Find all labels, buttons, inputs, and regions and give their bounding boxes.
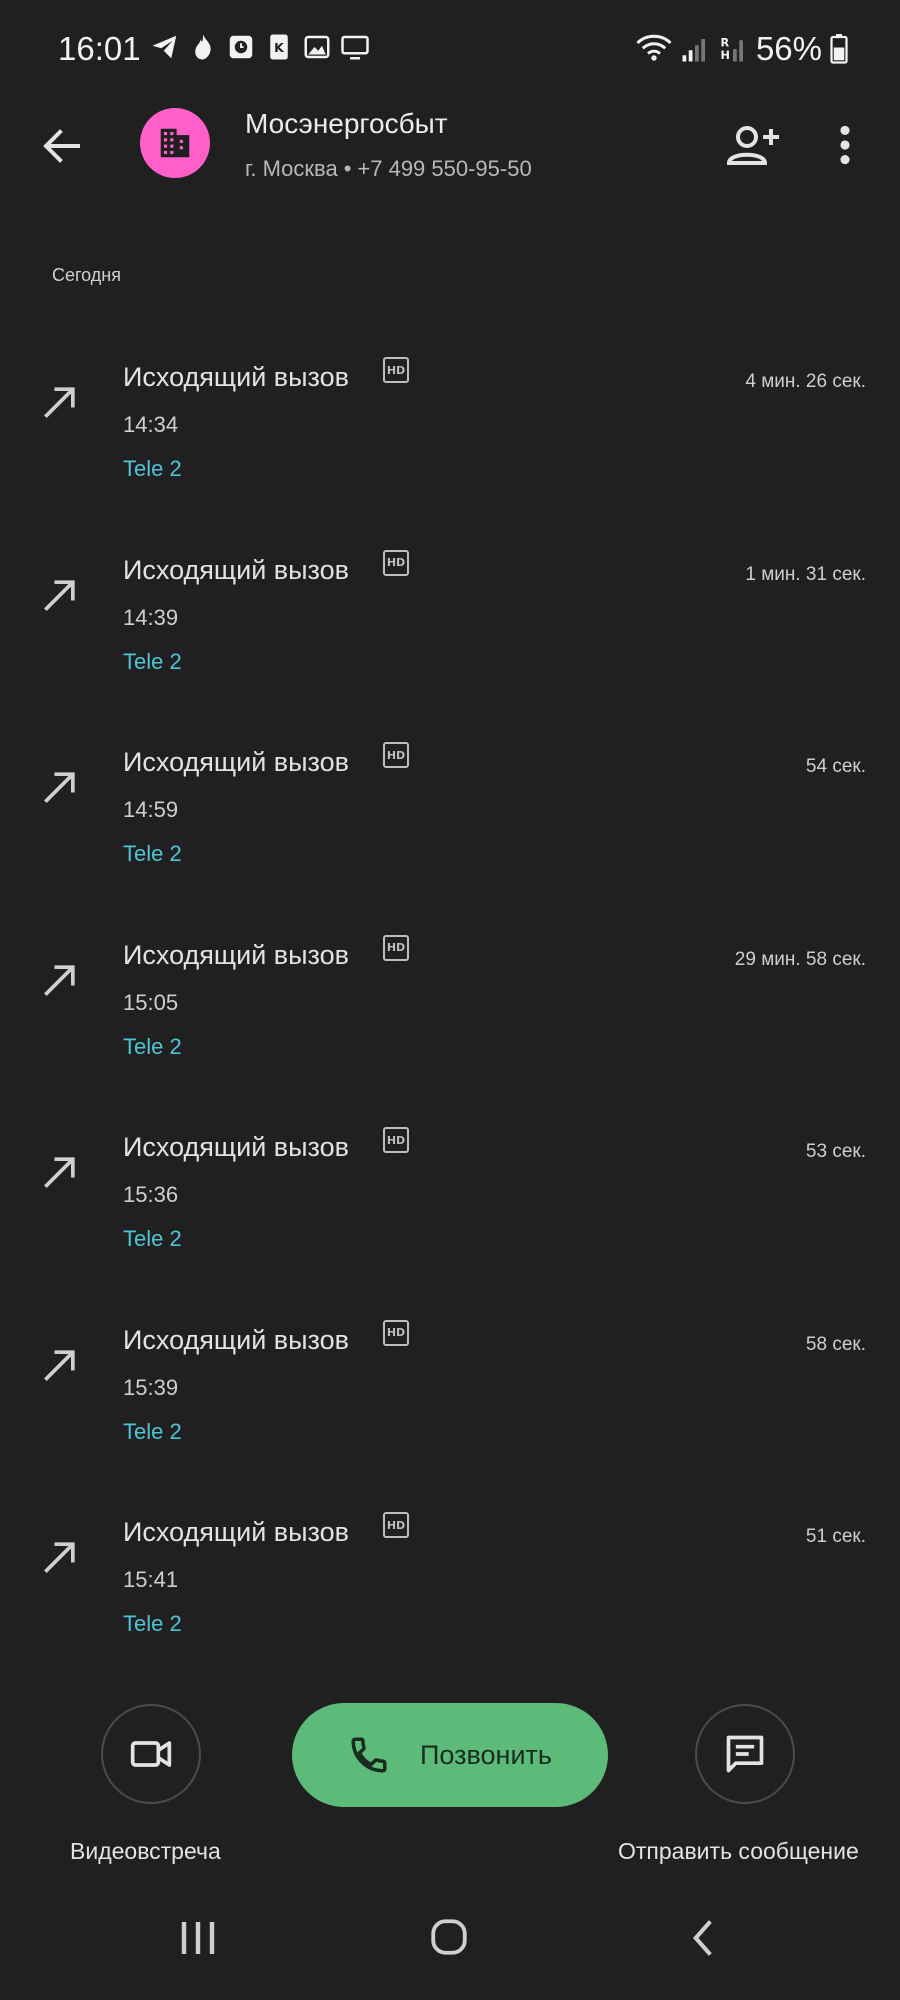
home-icon[interactable] — [428, 1916, 470, 1958]
notification-icons: K — [150, 32, 370, 62]
hd-voice-icon: HD — [383, 357, 409, 383]
send-message-button[interactable] — [695, 1704, 795, 1804]
call-duration: 51 сек. — [805, 1526, 866, 1547]
call-time: 14:59 — [123, 797, 179, 822]
app-k-icon: K — [264, 32, 294, 62]
contact-header: Мосэнергосбыт г. Москва • +7 499 550-95-50 — [0, 100, 900, 270]
phone-icon — [351, 1737, 387, 1773]
svg-text:H: H — [720, 49, 729, 62]
outgoing-call-icon — [44, 1157, 75, 1188]
sim-label: Tele 2 — [123, 1418, 182, 1444]
list-item[interactable]: Исходящий вызов HD 15:39 Tele 2 58 сек. — [0, 1293, 900, 1486]
add-contact-button[interactable] — [725, 120, 781, 170]
message-icon — [726, 1735, 764, 1773]
outgoing-call-icon — [44, 579, 75, 611]
call-type: Исходящий вызов — [123, 747, 349, 777]
avatar — [140, 108, 210, 178]
call-duration: 29 мин. 58 сек. — [734, 948, 866, 970]
contact-location: г. Москва — [245, 156, 338, 181]
flame-icon — [188, 32, 218, 62]
call-type: Исходящий вызов — [123, 362, 349, 392]
outgoing-call-icon — [44, 1349, 75, 1381]
hd-voice-icon: HD — [383, 1127, 409, 1153]
back-button[interactable] — [38, 122, 86, 170]
list-item[interactable]: Исходящий вызов HD 15:41 Tele 2 51 сек. — [0, 1485, 900, 1678]
more-options-button[interactable] — [830, 120, 860, 170]
list-item[interactable]: Исходящий вызов HD 15:05 Tele 2 29 мин. … — [0, 908, 900, 1101]
hd-voice-icon: HD — [383, 934, 409, 961]
sim-label: Tele 2 — [123, 456, 182, 481]
hd-voice-icon: HD — [383, 549, 409, 576]
outgoing-call-icon — [44, 964, 75, 996]
video-call-label: Видеовстреча — [70, 1838, 221, 1864]
call-button[interactable]: Позвонить — [292, 1703, 608, 1807]
subtitle-separator: • — [343, 156, 352, 181]
call-type: Исходящий вызов — [123, 554, 349, 585]
contact-subtitle: г. Москва • +7 499 550-95-50 — [245, 156, 532, 182]
status-time: 16:01 — [58, 30, 141, 67]
call-type: Исходящий вызов — [123, 1132, 349, 1162]
building-icon — [160, 128, 190, 158]
hd-voice-icon: HD — [383, 1319, 409, 1346]
call-time: 14:39 — [123, 604, 179, 630]
call-history-list: Исходящий вызов HD 14:34 Tele 2 4 мин. 2… — [0, 330, 900, 1678]
videocam-icon — [130, 1741, 172, 1767]
svg-text:K: K — [274, 40, 285, 55]
arrow-back-icon — [43, 129, 80, 163]
date-section-label: Сегодня — [52, 265, 121, 285]
system-indicators: R H 56% — [636, 30, 848, 68]
call-type: Исходящий вызов — [123, 1324, 349, 1355]
list-item[interactable]: Исходящий вызов HD 14:39 Tele 2 1 мин. 3… — [0, 523, 900, 716]
navigation-bar — [0, 1890, 900, 2000]
sim-label: Tele 2 — [123, 1033, 182, 1059]
call-type: Исходящий вызов — [123, 939, 349, 970]
list-item[interactable]: Исходящий вызов HD 15:36 Tele 2 53 сек. — [0, 1100, 900, 1293]
call-duration: 54 сек. — [805, 756, 866, 777]
cast-screen-icon — [340, 32, 370, 62]
hd-voice-icon: HD — [383, 1512, 409, 1538]
sim-label: Tele 2 — [123, 1226, 182, 1251]
call-duration: 1 мин. 31 сек. — [745, 563, 866, 585]
person-add-icon — [726, 126, 779, 165]
contact-name: Мосэнергосбыт — [245, 108, 448, 139]
sim-label: Tele 2 — [123, 841, 182, 866]
call-time: 15:39 — [123, 1374, 179, 1400]
status-bar: 16:01 K R H 56% — [0, 0, 900, 100]
hd-voice-icon: HD — [383, 742, 409, 768]
call-type: Исходящий вызов — [123, 1517, 349, 1547]
clock-app-icon — [226, 32, 256, 62]
outgoing-call-icon — [44, 772, 75, 803]
call-time: 15:41 — [123, 1567, 179, 1592]
battery-icon — [830, 34, 848, 64]
sim-label: Tele 2 — [123, 648, 182, 674]
call-time: 14:34 — [123, 412, 179, 437]
call-details-screen: 16:01 K R H 56% Мосэнергосбыт г. Москва … — [0, 0, 900, 2000]
battery-percent: 56% — [755, 30, 822, 67]
call-time: 15:36 — [123, 1182, 179, 1207]
outgoing-call-icon — [44, 1542, 75, 1573]
wifi-icon — [636, 34, 672, 61]
gallery-icon — [302, 32, 332, 62]
signal-strength-icon — [682, 39, 705, 62]
svg-text:R: R — [720, 37, 729, 50]
recents-icon[interactable] — [180, 1918, 216, 1958]
nav-back-icon[interactable] — [688, 1916, 718, 1960]
call-duration: 53 сек. — [805, 1141, 866, 1162]
sim-label: Tele 2 — [123, 1611, 182, 1636]
call-button-label: Позвонить — [420, 1739, 552, 1770]
list-item[interactable]: Исходящий вызов HD 14:34 Tele 2 4 мин. 2… — [0, 330, 900, 523]
roaming-signal-icon: R H — [720, 37, 743, 62]
outgoing-call-icon — [44, 387, 75, 418]
telegram-icon — [150, 32, 180, 62]
send-message-label: Отправить сообщение — [618, 1838, 859, 1864]
call-time: 15:05 — [123, 989, 179, 1015]
list-item[interactable]: Исходящий вызов HD 14:59 Tele 2 54 сек. — [0, 715, 900, 908]
video-call-button[interactable] — [101, 1704, 201, 1804]
call-duration: 58 сек. — [805, 1333, 866, 1355]
more-vert-icon — [840, 125, 850, 165]
call-duration: 4 мин. 26 сек. — [745, 371, 866, 392]
contact-phone: +7 499 550-95-50 — [357, 156, 532, 181]
